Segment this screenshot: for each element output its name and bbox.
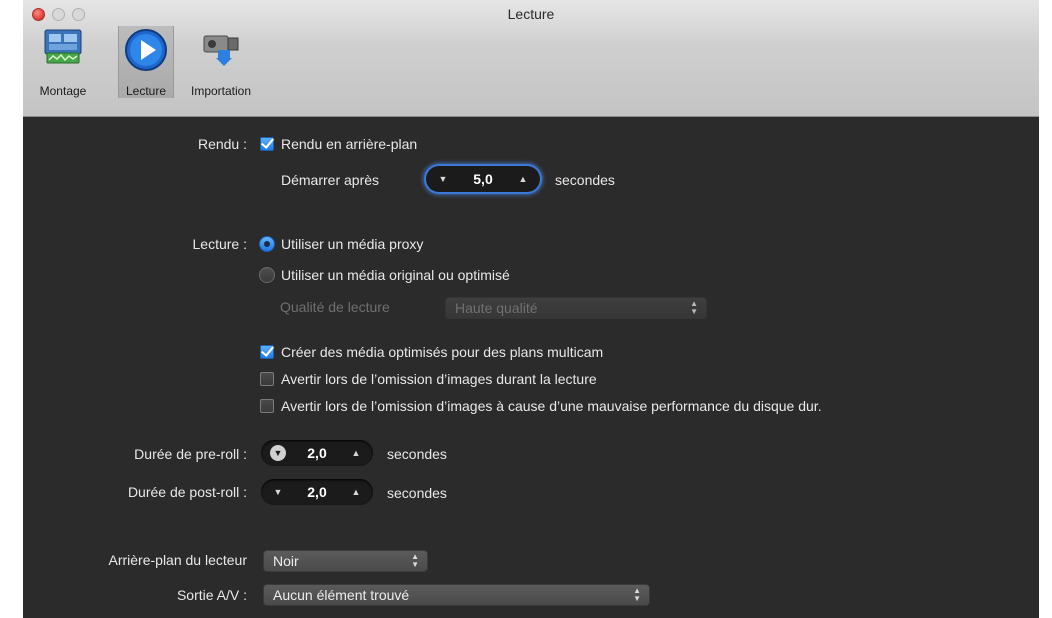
warn-dropped-label: Avertir lors de l’omission d’images dura…: [281, 371, 597, 387]
toolbar-importation[interactable]: Importation: [176, 26, 266, 98]
decrement-arrow-icon[interactable]: ▼: [430, 166, 456, 192]
preferences-window: Lecture Montage Lecture Importation Rend…: [23, 0, 1039, 618]
original-media-label: Utiliser un média original ou optimisé: [281, 267, 510, 283]
preroll-unit: secondes: [387, 446, 447, 462]
window-title: Lecture: [507, 6, 555, 22]
player-bg-popup[interactable]: Noir ▲ ▼: [263, 550, 428, 572]
settings-panel: Rendu : Rendu en arrière-plan Démarrer a…: [23, 117, 1039, 618]
title-bar: Lecture Montage Lecture Importation: [23, 0, 1039, 117]
camera-import-icon: [198, 26, 244, 73]
proxy-media-label: Utiliser un média proxy: [281, 236, 424, 252]
warn-dropped-checkbox[interactable]: [260, 372, 274, 386]
start-after-unit: secondes: [555, 172, 615, 188]
postroll-label: Durée de post-roll :: [127, 484, 247, 500]
decrement-arrow-icon[interactable]: ▼: [265, 440, 291, 466]
warn-disk-label: Avertir lors de l’omission d’images à ca…: [281, 398, 822, 414]
toolbar-montage[interactable]: Montage: [27, 26, 99, 98]
player-bg-label: Arrière-plan du lecteur: [108, 552, 247, 568]
multicam-checkbox[interactable]: [260, 345, 274, 359]
postroll-unit: secondes: [387, 485, 447, 501]
montage-icon: [41, 26, 85, 71]
start-after-stepper[interactable]: ▼ 5,0 ▲: [426, 166, 540, 192]
start-after-label: Démarrer après: [281, 172, 380, 188]
lecture-label: Lecture :: [192, 236, 247, 252]
multicam-label: Créer des média optimisés pour des plans…: [281, 344, 604, 360]
rendu-label: Rendu :: [197, 136, 247, 152]
av-output-popup[interactable]: Aucun élément trouvé ▲ ▼: [263, 584, 650, 606]
warn-disk-checkbox[interactable]: [260, 399, 274, 413]
proxy-media-radio[interactable]: [259, 236, 275, 252]
preroll-label: Durée de pre-roll :: [134, 446, 247, 462]
background-render-label: Rendu en arrière-plan: [281, 136, 418, 152]
background-render-checkbox[interactable]: [260, 137, 274, 151]
popup-arrows-icon: ▲ ▼: [690, 299, 698, 316]
increment-arrow-icon[interactable]: ▲: [343, 440, 369, 466]
postroll-stepper[interactable]: ▼ 2,0 ▲: [261, 479, 373, 505]
increment-arrow-icon[interactable]: ▲: [510, 166, 536, 192]
increment-arrow-icon[interactable]: ▲: [343, 479, 369, 505]
popup-arrows-icon: ▲ ▼: [633, 586, 641, 603]
play-icon: [124, 28, 168, 77]
av-output-label: Sortie A/V :: [176, 587, 247, 603]
original-media-radio[interactable]: [259, 267, 275, 283]
preroll-stepper[interactable]: ▼ 2,0 ▲: [261, 440, 373, 466]
quality-label: Qualité de lecture: [280, 299, 390, 315]
toolbar-lecture[interactable]: Lecture: [118, 26, 174, 98]
popup-arrows-icon: ▲ ▼: [411, 552, 419, 569]
decrement-arrow-icon[interactable]: ▼: [265, 479, 291, 505]
quality-popup: Haute qualité ▲ ▼: [445, 297, 707, 319]
